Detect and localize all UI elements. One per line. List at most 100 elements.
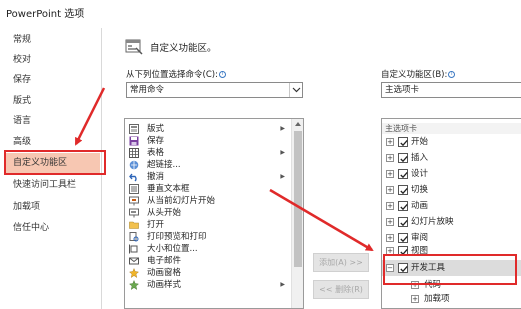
tree-item-add-ins-group[interactable]: + 加载项 <box>382 291 521 307</box>
animation-pane-icon <box>129 268 139 278</box>
tree-item-design[interactable]: + 设计 <box>382 166 521 182</box>
options-nav: 常规 校对 保存 版式 语言 高级 自定义功能区 快速访问工具栏 加载项 信任中… <box>4 28 102 309</box>
expand-icon[interactable]: + <box>386 234 394 242</box>
command-label: 撤消 <box>147 172 165 182</box>
animation-styles-icon <box>129 280 139 290</box>
list-item[interactable]: 保存 <box>125 135 291 147</box>
open-folder-icon <box>129 221 139 229</box>
tree-item-label: 设计 <box>411 169 429 179</box>
list-item[interactable]: 垂直文本框 <box>125 183 291 195</box>
command-label: 从当前幻灯片开始 <box>147 196 216 206</box>
submenu-arrow-icon: ▶ <box>280 149 285 156</box>
tree-item-label: 切换 <box>411 185 429 195</box>
tree-item-label: 开始 <box>411 137 429 147</box>
present-start-icon <box>129 208 139 218</box>
commands-list[interactable]: 版式 ▶ 保存 表格 ▶ 超链接... 撤消 ▶ 垂直文本框 从当前幻灯片开始 … <box>124 118 304 309</box>
remove-button[interactable]: << 删除(R) <box>313 280 369 299</box>
customize-ribbon-icon <box>125 39 143 55</box>
command-label: 表格 <box>147 148 165 158</box>
window-title: PowerPoint 选项 <box>6 9 85 20</box>
expand-icon[interactable]: + <box>386 154 394 162</box>
checkbox-checked-icon[interactable] <box>398 201 408 211</box>
ribbon-scope-dropdown[interactable]: 主选项卡 <box>381 82 521 98</box>
tree-item-developer[interactable]: − 开发工具 <box>382 260 521 276</box>
chevron-down-icon[interactable] <box>289 83 302 97</box>
list-item[interactable]: 打印预览和打印 <box>125 231 291 243</box>
list-item[interactable]: 电子邮件 <box>125 255 291 267</box>
tree-item-label: 幻灯片放映 <box>411 217 454 227</box>
expand-icon[interactable]: + <box>386 218 394 226</box>
commands-scrollbar[interactable] <box>291 119 303 308</box>
nav-item-trust-center[interactable]: 信任中心 <box>4 218 100 238</box>
tree-item-label: 开发工具 <box>411 263 446 273</box>
tree-item-home[interactable]: + 开始 <box>382 134 521 150</box>
list-item[interactable]: 大小和位置... <box>125 243 291 255</box>
expand-icon[interactable]: + <box>386 170 394 178</box>
tree-item-label: 插入 <box>411 153 429 163</box>
command-label: 超链接... <box>147 160 181 170</box>
tree-item-view[interactable]: + 视图 <box>382 243 521 259</box>
hyperlink-icon <box>129 160 139 170</box>
list-item[interactable]: 从头开始 <box>125 207 291 219</box>
nav-item-quick-access-toolbar[interactable]: 快速访问工具栏 <box>4 175 100 195</box>
list-item[interactable]: 打开 <box>125 219 291 231</box>
tree-item-animations[interactable]: + 动画 <box>382 198 521 214</box>
scrollbar-thumb[interactable] <box>294 131 302 267</box>
checkbox-checked-icon[interactable] <box>398 263 408 273</box>
command-label: 动画窗格 <box>147 268 182 278</box>
nav-item-save[interactable]: 保存 <box>4 70 100 90</box>
tree-item-label: 加载项 <box>424 294 450 304</box>
tree-item-slideshow[interactable]: + 幻灯片放映 <box>382 214 521 230</box>
expand-icon[interactable]: + <box>386 186 394 194</box>
nav-item-layout[interactable]: 版式 <box>4 91 100 111</box>
tree-item-transitions[interactable]: + 切换 <box>382 182 521 198</box>
expand-icon[interactable]: + <box>411 295 419 303</box>
command-label: 打开 <box>147 220 165 230</box>
checkbox-checked-icon[interactable] <box>398 233 408 243</box>
checkbox-checked-icon[interactable] <box>398 246 408 256</box>
list-item[interactable]: 表格 ▶ <box>125 147 291 159</box>
checkbox-checked-icon[interactable] <box>398 137 408 147</box>
list-item[interactable]: 版式 ▶ <box>125 123 291 135</box>
expand-icon[interactable]: + <box>411 281 419 289</box>
add-button[interactable]: 添加(A) >> <box>313 253 369 272</box>
ribbon-scope-label: 自定义功能区(B): i <box>381 68 456 80</box>
commands-source-label: 从下列位置选择命令(C): i <box>126 68 226 80</box>
ribbon-scope-value: 主选项卡 <box>385 85 420 95</box>
nav-item-add-ins[interactable]: 加载项 <box>4 197 100 217</box>
checkbox-checked-icon[interactable] <box>398 185 408 195</box>
nav-item-advanced[interactable]: 高级 <box>4 132 100 152</box>
list-item[interactable]: 撤消 ▶ <box>125 171 291 183</box>
ribbon-scope-label-text: 自定义功能区(B): <box>381 70 448 80</box>
command-label: 版式 <box>147 124 165 134</box>
ribbon-tabs-tree[interactable]: 主选项卡 + 开始 + 插入 + 设计 + 切换 + 动画 + 幻灯片放映 + … <box>381 118 521 309</box>
nav-item-general[interactable]: 常规 <box>4 30 100 50</box>
expand-icon[interactable]: + <box>386 247 394 255</box>
print-preview-icon <box>129 232 139 242</box>
tree-item-label: 视图 <box>411 246 429 256</box>
list-item[interactable]: 从当前幻灯片开始 <box>125 195 291 207</box>
scroll-up-icon[interactable] <box>295 122 301 126</box>
checkbox-checked-icon[interactable] <box>398 169 408 179</box>
command-label: 保存 <box>147 136 165 146</box>
list-item[interactable]: 超链接... <box>125 159 291 171</box>
collapse-icon[interactable]: − <box>386 264 394 272</box>
commands-source-dropdown[interactable]: 常用命令 <box>126 82 303 98</box>
submenu-arrow-icon: ▶ <box>280 281 285 288</box>
tree-item-insert[interactable]: + 插入 <box>382 150 521 166</box>
commands-source-label-text: 从下列位置选择命令(C): <box>126 70 218 80</box>
checkbox-checked-icon[interactable] <box>398 217 408 227</box>
panel-title: 自定义功能区。 <box>150 43 217 54</box>
list-item[interactable]: 动画样式 ▶ <box>125 279 291 291</box>
expand-icon[interactable]: + <box>386 138 394 146</box>
nav-item-language[interactable]: 语言 <box>4 111 100 131</box>
nav-item-customize-ribbon[interactable]: 自定义功能区 <box>4 153 100 173</box>
title-bar: PowerPoint 选项 <box>0 0 521 24</box>
tree-header: 主选项卡 <box>382 123 521 134</box>
nav-item-proofing[interactable]: 校对 <box>4 50 100 70</box>
info-icon: i <box>218 71 226 78</box>
checkbox-checked-icon[interactable] <box>398 153 408 163</box>
command-label: 垂直文本框 <box>147 184 190 194</box>
list-item[interactable]: 动画窗格 <box>125 267 291 279</box>
expand-icon[interactable]: + <box>386 202 394 210</box>
